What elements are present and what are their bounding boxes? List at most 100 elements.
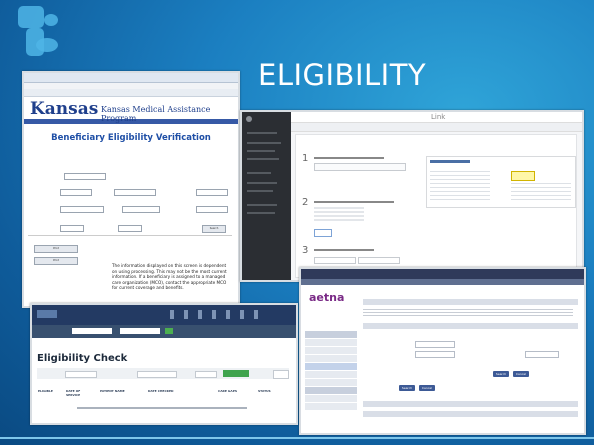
sidebar-item[interactable] [305,395,357,402]
aetna-topbar [301,269,584,279]
browser-favorites-bar [24,89,238,97]
section-bar [363,299,578,305]
sidebar-item[interactable] [247,190,273,192]
puzzle-decoration [44,14,58,26]
check-button[interactable] [223,370,249,377]
filter-bar [37,368,289,379]
aetna-screenshot: aetna Search Cancel Search Cancel [299,267,586,435]
aetna-nav[interactable] [301,279,584,285]
footer-links[interactable] [77,407,247,409]
col-patient-name: PATIENT NAME [100,389,125,393]
puzzle-decoration [18,6,44,28]
step-three-field[interactable] [358,257,400,264]
sidebar-item[interactable] [305,363,357,370]
sidebar-item[interactable] [247,182,277,184]
print-button[interactable] [273,370,289,379]
aetna-logo: aetna [309,291,345,304]
sidebar-item[interactable] [247,142,281,144]
aetna-main: Search Cancel Search Cancel [363,299,578,417]
sidebar-item[interactable] [305,371,357,378]
sidebar-item[interactable] [305,355,357,362]
col-date-of-service: DATE OF SERVICE [66,389,81,397]
disclaimer-note: The information displayed on this screen… [112,263,227,290]
preview-highlight [511,171,535,181]
section-bar [363,411,578,417]
cancel-button[interactable]: Cancel [419,385,435,391]
col-care-gaps: CARE GAPS [218,389,238,393]
elig-subbar [32,325,296,338]
sidebar-item[interactable] [247,132,277,134]
sidebar-item[interactable] [305,339,357,346]
ssn-field[interactable] [60,189,92,196]
elig-topbar [32,305,296,325]
print-benefit-button[interactable]: Print [34,257,78,265]
beneficiary-id-field[interactable] [64,173,106,180]
program-name: Kansas Medical Assistance Program [101,105,211,123]
sidebar-item[interactable] [247,150,275,152]
step-one-number: 1 [302,153,309,164]
name-last-field[interactable] [60,206,104,213]
puzzle-decoration [36,38,58,52]
slide-title: ELIGIBILITY [258,58,427,92]
step-two-text [314,201,394,203]
search-button[interactable]: Search [399,385,415,391]
provider-select[interactable] [72,328,112,334]
from-date-field[interactable] [60,225,84,232]
dob-field[interactable] [195,371,217,378]
sidebar-heading [305,331,357,338]
preview-lines [430,171,490,201]
last-name-field[interactable] [114,189,156,196]
sidebar-item[interactable] [247,172,271,174]
member-id-field[interactable] [415,341,455,348]
link-sidebar [242,112,291,280]
step-one-field[interactable] [314,163,406,171]
sidebar-item[interactable] [305,347,357,354]
step-three-number: 3 [302,245,309,256]
sidebar-item[interactable] [305,403,357,410]
member-id-right-field[interactable] [525,351,559,358]
kansas-subheader [24,124,238,129]
sidebar-item[interactable] [247,204,277,206]
page-title: Eligibility Check [37,353,128,364]
col-eligible: ELIGIBLE [38,389,53,393]
aetna-sidebar [305,331,357,429]
sidebar-heading [305,387,357,394]
app-logo [37,310,57,318]
divider [28,235,232,236]
nav-icons[interactable] [170,310,260,319]
go-button[interactable] [165,328,173,334]
step-two-button[interactable] [314,229,332,237]
location-select[interactable] [120,328,160,334]
link-tabs[interactable] [291,123,582,132]
search-button[interactable]: Search [202,225,226,233]
name-dob-field[interactable] [196,206,228,213]
preview-lines [511,183,571,203]
search-button[interactable]: Search [493,371,509,377]
sidebar-item[interactable] [305,379,357,386]
kansas-eligibility-screenshot: Kansas Kansas Medical Assistance Program… [22,71,240,308]
last-name-field[interactable] [415,351,455,358]
kansas-header: Kansas Kansas Medical Assistance Program [24,97,238,123]
to-date-field[interactable] [118,225,142,232]
eligibility-check-screenshot: Eligibility Check ELIGIBLE DATE OF SERVI… [30,303,298,425]
member-id-field[interactable] [137,371,177,378]
avatar [246,116,252,122]
date-field[interactable] [65,371,97,378]
slide-bottom-rule [0,437,594,439]
col-status: STATUS [258,389,271,393]
sidebar-item[interactable] [247,158,279,160]
step-three-field[interactable] [314,257,356,264]
page-title: Beneficiary Eligibility Verification [51,133,211,143]
sidebar-item[interactable] [247,212,275,214]
kansas-logo: Kansas [30,99,99,119]
step-two-lines [314,207,364,223]
section-bar [363,323,578,329]
cancel-button[interactable]: Cancel [513,371,529,377]
link-topbar: Link [291,112,582,123]
print-profile-button[interactable]: Print [34,245,78,253]
preview-header [430,160,470,163]
col-date-checked: DATE CHECKED [148,389,174,393]
first-name-field[interactable] [122,206,160,213]
dob-field[interactable] [196,189,228,196]
step-three-text [314,249,374,251]
